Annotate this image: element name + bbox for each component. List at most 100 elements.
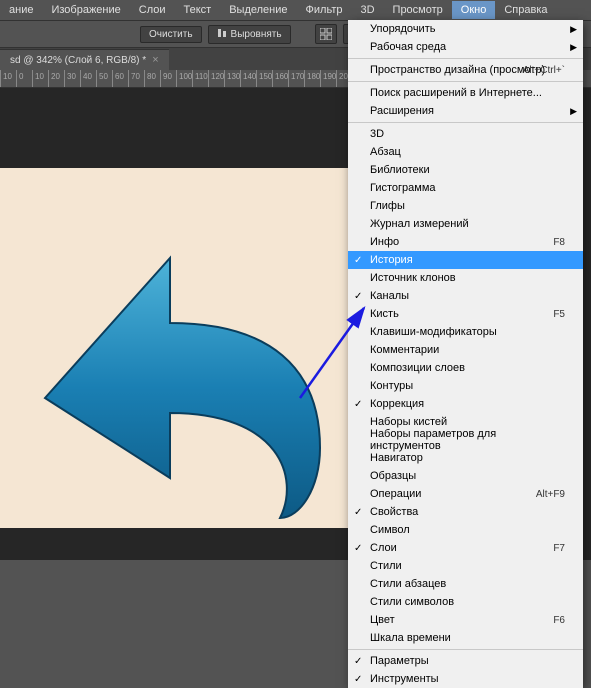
menu-item[interactable]: ✓ Каналы bbox=[348, 287, 583, 305]
artboard[interactable] bbox=[0, 168, 360, 528]
menu-item-label: Символ bbox=[370, 524, 410, 536]
align-label: Выровнять bbox=[231, 29, 282, 40]
menu-item[interactable]: Шкала времени bbox=[348, 629, 583, 647]
menu-shortcut: F5 bbox=[553, 309, 565, 320]
menu-item[interactable]: Глифы bbox=[348, 197, 583, 215]
menu-item-label: Стили bbox=[370, 560, 402, 572]
menu-item[interactable]: Наборы параметров для инструментов bbox=[348, 431, 583, 449]
menu-item[interactable]: Контуры bbox=[348, 377, 583, 395]
grid-icon[interactable] bbox=[315, 24, 337, 44]
menu-item-label: 3D bbox=[370, 128, 384, 140]
menu-item-label: Слои bbox=[370, 542, 397, 554]
document-title: sd @ 342% (Слой 6, RGB/8) * bbox=[10, 55, 146, 66]
menu-item-label: Контуры bbox=[370, 380, 413, 392]
clear-button[interactable]: Очистить bbox=[140, 26, 202, 43]
menu-item[interactable]: Журнал измерений bbox=[348, 215, 583, 233]
ruler-tick: 30 bbox=[64, 70, 65, 88]
menu-item[interactable]: Поиск расширений в Интернете... bbox=[348, 84, 583, 102]
menu-item-label: Рабочая среда bbox=[370, 41, 446, 53]
menu-слои[interactable]: Слои bbox=[130, 1, 175, 19]
menu-выделение[interactable]: Выделение bbox=[220, 1, 296, 19]
menu-item-label: Параметры bbox=[370, 655, 429, 667]
ruler-tick: 100 bbox=[176, 70, 177, 88]
ruler-tick: 70 bbox=[128, 70, 129, 88]
menu-item-label: Образцы bbox=[370, 470, 416, 482]
menu-item-label: Журнал измерений bbox=[370, 218, 469, 230]
ruler-tick: 200 bbox=[336, 70, 337, 88]
menu-item[interactable]: Абзац bbox=[348, 143, 583, 161]
ruler-tick: 10 bbox=[32, 70, 33, 88]
menu-item[interactable]: Стили абзацев bbox=[348, 575, 583, 593]
menu-item[interactable]: Гистограмма bbox=[348, 179, 583, 197]
close-icon[interactable]: × bbox=[152, 54, 158, 66]
menu-item[interactable]: Навигатор bbox=[348, 449, 583, 467]
ruler-tick: 110 bbox=[192, 70, 193, 88]
menu-item[interactable]: Образцы bbox=[348, 467, 583, 485]
menu-shortcut: Alt+Ctrl+` bbox=[523, 65, 565, 76]
menu-item-label: Свойства bbox=[370, 506, 418, 518]
check-icon: ✓ bbox=[354, 291, 362, 302]
menu-item-label: Библиотеки bbox=[370, 164, 430, 176]
menu-item-label: Расширения bbox=[370, 105, 434, 117]
ruler-tick: 170 bbox=[288, 70, 289, 88]
menu-item-label: Стили абзацев bbox=[370, 578, 446, 590]
menu-item[interactable]: ОперацииAlt+F9 bbox=[348, 485, 583, 503]
ruler-tick: 130 bbox=[224, 70, 225, 88]
menu-item[interactable]: Композиции слоев bbox=[348, 359, 583, 377]
menu-окно[interactable]: Окно bbox=[452, 1, 496, 19]
document-tab[interactable]: sd @ 342% (Слой 6, RGB/8) * × bbox=[0, 49, 169, 70]
check-icon: ✓ bbox=[354, 255, 362, 266]
menu-item-label: Наборы кистей bbox=[370, 416, 447, 428]
menu-item-label: Инфо bbox=[370, 236, 399, 248]
menu-item-label: Абзац bbox=[370, 146, 401, 158]
menu-item[interactable]: Пространство дизайна (просмотр)Alt+Ctrl+… bbox=[348, 61, 583, 79]
menu-изображение[interactable]: Изображение bbox=[42, 1, 129, 19]
menu-item[interactable]: КистьF5 bbox=[348, 305, 583, 323]
menu-item[interactable]: Клавиши-модификаторы bbox=[348, 323, 583, 341]
menu-item[interactable]: ✓СлоиF7 bbox=[348, 539, 583, 557]
menu-item[interactable]: Рабочая среда ▶ bbox=[348, 38, 583, 56]
menu-item[interactable]: 3D bbox=[348, 125, 583, 143]
ruler-tick: 40 bbox=[80, 70, 81, 88]
menu-справка[interactable]: Справка bbox=[495, 1, 556, 19]
menu-item[interactable]: Расширения▶ bbox=[348, 102, 583, 120]
menu-item[interactable]: ✓Коррекция bbox=[348, 395, 583, 413]
app-menubar: аниеИзображениеСлоиТекстВыделениеФильтр3… bbox=[0, 0, 591, 20]
submenu-arrow-icon: ▶ bbox=[570, 42, 577, 53]
menu-текст[interactable]: Текст bbox=[175, 1, 221, 19]
menu-item[interactable]: Источник клонов bbox=[348, 269, 583, 287]
submenu-arrow-icon: ▶ bbox=[570, 24, 577, 35]
check-icon: ✓ bbox=[354, 674, 362, 685]
menu-separator bbox=[348, 58, 583, 59]
menu-item-label: Инструменты bbox=[370, 673, 439, 685]
menu-ание[interactable]: ание bbox=[0, 1, 42, 19]
menu-item-label: Глифы bbox=[370, 200, 405, 212]
check-icon: ✓ bbox=[354, 399, 362, 410]
menu-item[interactable]: ✓Свойства bbox=[348, 503, 583, 521]
menu-item[interactable]: ✓ Инструменты bbox=[348, 670, 583, 688]
menu-item[interactable]: Комментарии bbox=[348, 341, 583, 359]
menu-фильтр[interactable]: Фильтр bbox=[297, 1, 352, 19]
ruler-tick: 20 bbox=[48, 70, 49, 88]
menu-item-label: Комментарии bbox=[370, 344, 439, 356]
menu-item[interactable]: ✓Параметры bbox=[348, 652, 583, 670]
menu-просмотр[interactable]: Просмотр bbox=[384, 1, 452, 19]
align-button[interactable]: Выровнять bbox=[208, 25, 291, 44]
menu-item[interactable]: Символ bbox=[348, 521, 583, 539]
menu-3d[interactable]: 3D bbox=[351, 1, 383, 19]
ruler-tick: 90 bbox=[160, 70, 161, 88]
menu-item[interactable]: Библиотеки bbox=[348, 161, 583, 179]
menu-item[interactable]: Стили символов bbox=[348, 593, 583, 611]
ruler-tick: 80 bbox=[144, 70, 145, 88]
menu-item[interactable]: ЦветF6 bbox=[348, 611, 583, 629]
menu-item-label: Гистограмма bbox=[370, 182, 436, 194]
ruler-tick: 120 bbox=[208, 70, 209, 88]
menu-item[interactable]: ✓История bbox=[348, 251, 583, 269]
menu-item-label: Каналы bbox=[370, 290, 409, 302]
ruler-tick: 0 bbox=[16, 70, 17, 88]
menu-item[interactable]: ИнфоF8 bbox=[348, 233, 583, 251]
menu-item-label: Упорядочить bbox=[370, 23, 435, 35]
menu-shortcut: F6 bbox=[553, 615, 565, 626]
menu-item[interactable]: Упорядочить ▶ bbox=[348, 20, 583, 38]
menu-item-label: Операции bbox=[370, 488, 421, 500]
